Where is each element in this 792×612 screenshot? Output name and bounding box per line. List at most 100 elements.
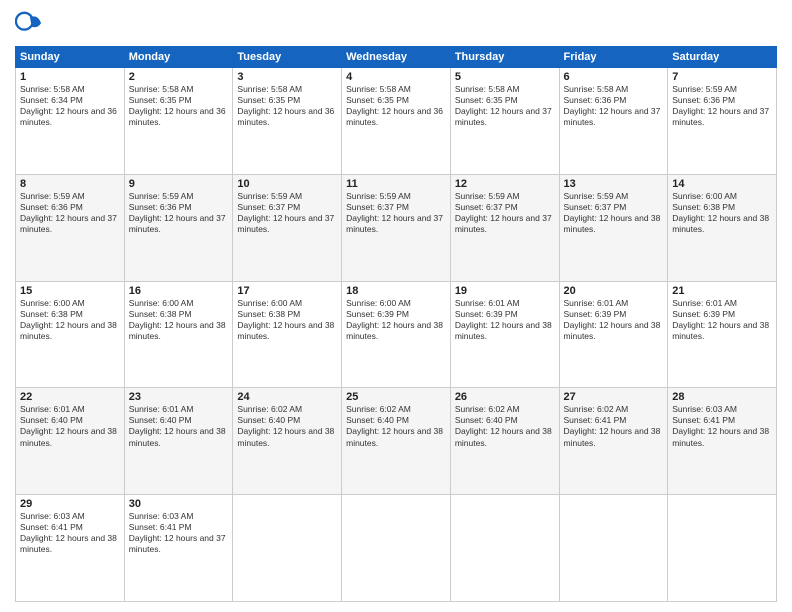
day-number: 5 bbox=[455, 71, 555, 83]
col-header-saturday: Saturday bbox=[668, 47, 777, 68]
day-info: Sunrise: 6:02 AMSunset: 6:40 PMDaylight:… bbox=[237, 404, 337, 448]
day-info: Sunrise: 6:02 AMSunset: 6:40 PMDaylight:… bbox=[455, 404, 555, 448]
day-number: 3 bbox=[237, 71, 337, 83]
calendar-cell: 4 Sunrise: 5:58 AMSunset: 6:35 PMDayligh… bbox=[342, 68, 451, 175]
day-info: Sunrise: 6:00 AMSunset: 6:38 PMDaylight:… bbox=[237, 298, 337, 342]
day-info: Sunrise: 5:58 AMSunset: 6:34 PMDaylight:… bbox=[20, 84, 120, 128]
day-info: Sunrise: 6:02 AMSunset: 6:40 PMDaylight:… bbox=[346, 404, 446, 448]
calendar-cell: 7 Sunrise: 5:59 AMSunset: 6:36 PMDayligh… bbox=[668, 68, 777, 175]
day-number: 20 bbox=[564, 285, 664, 297]
day-info: Sunrise: 6:02 AMSunset: 6:41 PMDaylight:… bbox=[564, 404, 664, 448]
day-info: Sunrise: 5:58 AMSunset: 6:35 PMDaylight:… bbox=[237, 84, 337, 128]
calendar-cell: 16 Sunrise: 6:00 AMSunset: 6:38 PMDaylig… bbox=[124, 281, 233, 388]
day-number: 9 bbox=[129, 178, 229, 190]
day-info: Sunrise: 6:01 AMSunset: 6:39 PMDaylight:… bbox=[455, 298, 555, 342]
calendar-cell bbox=[450, 495, 559, 602]
week-row-3: 15 Sunrise: 6:00 AMSunset: 6:38 PMDaylig… bbox=[16, 281, 777, 388]
day-info: Sunrise: 5:59 AMSunset: 6:37 PMDaylight:… bbox=[237, 191, 337, 235]
day-number: 4 bbox=[346, 71, 446, 83]
day-number: 1 bbox=[20, 71, 120, 83]
calendar-cell: 12 Sunrise: 5:59 AMSunset: 6:37 PMDaylig… bbox=[450, 174, 559, 281]
day-number: 13 bbox=[564, 178, 664, 190]
page: SundayMondayTuesdayWednesdayThursdayFrid… bbox=[0, 0, 792, 612]
calendar-cell: 10 Sunrise: 5:59 AMSunset: 6:37 PMDaylig… bbox=[233, 174, 342, 281]
day-number: 19 bbox=[455, 285, 555, 297]
day-number: 18 bbox=[346, 285, 446, 297]
day-number: 12 bbox=[455, 178, 555, 190]
col-header-sunday: Sunday bbox=[16, 47, 125, 68]
col-header-tuesday: Tuesday bbox=[233, 47, 342, 68]
calendar-cell: 23 Sunrise: 6:01 AMSunset: 6:40 PMDaylig… bbox=[124, 388, 233, 495]
calendar-cell: 25 Sunrise: 6:02 AMSunset: 6:40 PMDaylig… bbox=[342, 388, 451, 495]
calendar-cell: 26 Sunrise: 6:02 AMSunset: 6:40 PMDaylig… bbox=[450, 388, 559, 495]
day-number: 21 bbox=[672, 285, 772, 297]
calendar-cell: 1 Sunrise: 5:58 AMSunset: 6:34 PMDayligh… bbox=[16, 68, 125, 175]
day-info: Sunrise: 6:03 AMSunset: 6:41 PMDaylight:… bbox=[672, 404, 772, 448]
day-number: 22 bbox=[20, 391, 120, 403]
day-number: 30 bbox=[129, 498, 229, 510]
calendar-cell: 14 Sunrise: 6:00 AMSunset: 6:38 PMDaylig… bbox=[668, 174, 777, 281]
calendar-cell: 9 Sunrise: 5:59 AMSunset: 6:36 PMDayligh… bbox=[124, 174, 233, 281]
day-number: 25 bbox=[346, 391, 446, 403]
day-info: Sunrise: 5:59 AMSunset: 6:36 PMDaylight:… bbox=[672, 84, 772, 128]
day-number: 16 bbox=[129, 285, 229, 297]
day-info: Sunrise: 5:59 AMSunset: 6:36 PMDaylight:… bbox=[20, 191, 120, 235]
week-row-5: 29 Sunrise: 6:03 AMSunset: 6:41 PMDaylig… bbox=[16, 495, 777, 602]
col-header-thursday: Thursday bbox=[450, 47, 559, 68]
day-info: Sunrise: 6:00 AMSunset: 6:39 PMDaylight:… bbox=[346, 298, 446, 342]
day-number: 14 bbox=[672, 178, 772, 190]
day-number: 29 bbox=[20, 498, 120, 510]
calendar-cell: 3 Sunrise: 5:58 AMSunset: 6:35 PMDayligh… bbox=[233, 68, 342, 175]
calendar-cell: 20 Sunrise: 6:01 AMSunset: 6:39 PMDaylig… bbox=[559, 281, 668, 388]
day-info: Sunrise: 6:03 AMSunset: 6:41 PMDaylight:… bbox=[20, 511, 120, 555]
logo-icon bbox=[15, 10, 43, 38]
day-number: 8 bbox=[20, 178, 120, 190]
calendar-cell: 15 Sunrise: 6:00 AMSunset: 6:38 PMDaylig… bbox=[16, 281, 125, 388]
day-number: 26 bbox=[455, 391, 555, 403]
calendar-cell: 30 Sunrise: 6:03 AMSunset: 6:41 PMDaylig… bbox=[124, 495, 233, 602]
day-info: Sunrise: 5:58 AMSunset: 6:35 PMDaylight:… bbox=[346, 84, 446, 128]
calendar-cell: 24 Sunrise: 6:02 AMSunset: 6:40 PMDaylig… bbox=[233, 388, 342, 495]
day-info: Sunrise: 6:03 AMSunset: 6:41 PMDaylight:… bbox=[129, 511, 229, 555]
calendar-cell: 17 Sunrise: 6:00 AMSunset: 6:38 PMDaylig… bbox=[233, 281, 342, 388]
day-number: 15 bbox=[20, 285, 120, 297]
calendar-cell: 29 Sunrise: 6:03 AMSunset: 6:41 PMDaylig… bbox=[16, 495, 125, 602]
calendar-cell: 27 Sunrise: 6:02 AMSunset: 6:41 PMDaylig… bbox=[559, 388, 668, 495]
day-info: Sunrise: 5:59 AMSunset: 6:37 PMDaylight:… bbox=[564, 191, 664, 235]
day-number: 28 bbox=[672, 391, 772, 403]
day-info: Sunrise: 6:00 AMSunset: 6:38 PMDaylight:… bbox=[20, 298, 120, 342]
calendar-cell bbox=[342, 495, 451, 602]
calendar-cell: 8 Sunrise: 5:59 AMSunset: 6:36 PMDayligh… bbox=[16, 174, 125, 281]
calendar-table: SundayMondayTuesdayWednesdayThursdayFrid… bbox=[15, 46, 777, 602]
day-info: Sunrise: 6:00 AMSunset: 6:38 PMDaylight:… bbox=[129, 298, 229, 342]
day-info: Sunrise: 6:00 AMSunset: 6:38 PMDaylight:… bbox=[672, 191, 772, 235]
col-header-wednesday: Wednesday bbox=[342, 47, 451, 68]
day-info: Sunrise: 5:58 AMSunset: 6:36 PMDaylight:… bbox=[564, 84, 664, 128]
day-number: 10 bbox=[237, 178, 337, 190]
calendar-cell: 22 Sunrise: 6:01 AMSunset: 6:40 PMDaylig… bbox=[16, 388, 125, 495]
calendar-cell: 18 Sunrise: 6:00 AMSunset: 6:39 PMDaylig… bbox=[342, 281, 451, 388]
day-number: 11 bbox=[346, 178, 446, 190]
day-number: 7 bbox=[672, 71, 772, 83]
calendar-cell: 21 Sunrise: 6:01 AMSunset: 6:39 PMDaylig… bbox=[668, 281, 777, 388]
calendar-cell: 19 Sunrise: 6:01 AMSunset: 6:39 PMDaylig… bbox=[450, 281, 559, 388]
col-header-friday: Friday bbox=[559, 47, 668, 68]
calendar-cell bbox=[233, 495, 342, 602]
calendar-cell: 11 Sunrise: 5:59 AMSunset: 6:37 PMDaylig… bbox=[342, 174, 451, 281]
logo bbox=[15, 10, 47, 38]
calendar-cell bbox=[668, 495, 777, 602]
day-info: Sunrise: 5:59 AMSunset: 6:37 PMDaylight:… bbox=[346, 191, 446, 235]
day-info: Sunrise: 6:01 AMSunset: 6:39 PMDaylight:… bbox=[672, 298, 772, 342]
header bbox=[15, 10, 777, 38]
header-row: SundayMondayTuesdayWednesdayThursdayFrid… bbox=[16, 47, 777, 68]
calendar-cell: 13 Sunrise: 5:59 AMSunset: 6:37 PMDaylig… bbox=[559, 174, 668, 281]
week-row-2: 8 Sunrise: 5:59 AMSunset: 6:36 PMDayligh… bbox=[16, 174, 777, 281]
day-info: Sunrise: 6:01 AMSunset: 6:40 PMDaylight:… bbox=[20, 404, 120, 448]
day-number: 2 bbox=[129, 71, 229, 83]
calendar-cell: 5 Sunrise: 5:58 AMSunset: 6:35 PMDayligh… bbox=[450, 68, 559, 175]
week-row-4: 22 Sunrise: 6:01 AMSunset: 6:40 PMDaylig… bbox=[16, 388, 777, 495]
day-info: Sunrise: 6:01 AMSunset: 6:39 PMDaylight:… bbox=[564, 298, 664, 342]
day-info: Sunrise: 5:58 AMSunset: 6:35 PMDaylight:… bbox=[129, 84, 229, 128]
day-number: 17 bbox=[237, 285, 337, 297]
calendar-cell bbox=[559, 495, 668, 602]
